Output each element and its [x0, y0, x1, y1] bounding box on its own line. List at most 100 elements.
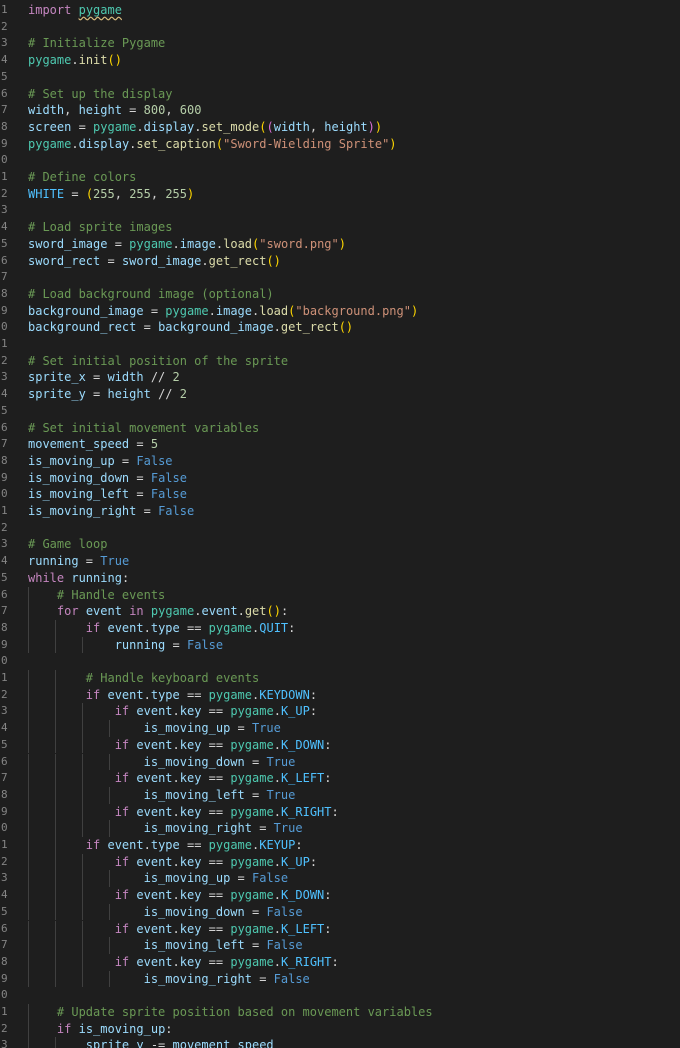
code-line[interactable]: 5 [0, 403, 680, 420]
code-line[interactable]: 4 running = True [0, 553, 680, 570]
code-token: K_DOWN [280, 737, 325, 752]
code-token: () [266, 253, 281, 268]
code-line[interactable]: 6 is_moving_down = True [0, 753, 680, 771]
code-token: : [165, 1021, 173, 1036]
code-token: KEYDOWN [259, 687, 310, 702]
code-line[interactable]: 1 # Update sprite position based on move… [0, 1004, 680, 1021]
code-line[interactable]: 9 if event.key == pygame.K_RIGHT: [0, 803, 680, 821]
code-line[interactable]: 2 [0, 19, 680, 36]
code-line[interactable]: 1 if event.type == pygame.KEYUP: [0, 837, 680, 854]
code-line[interactable]: 8 if event.type == pygame.QUIT: [0, 619, 680, 637]
code-line[interactable]: 5 [0, 69, 680, 86]
code-line[interactable]: 2 [0, 520, 680, 537]
code-token: # Initialize Pygame [28, 36, 166, 51]
code-line[interactable]: 5 sword_image = pygame.image.load("sword.… [0, 236, 680, 253]
code-token: 2 [172, 370, 180, 385]
code-token: running [28, 554, 79, 569]
code-line[interactable]: 0 [0, 152, 680, 169]
code-line[interactable]: 3 is_moving_up = False [0, 870, 680, 888]
line-number: 9 [1, 971, 8, 985]
code-token: , [114, 186, 130, 201]
code-line[interactable]: 4 # Load sprite images [0, 219, 680, 236]
code-line[interactable]: 3 # Game loop [0, 536, 680, 553]
code-token: = [244, 938, 267, 953]
code-line[interactable]: 9 is_moving_down = False [0, 470, 680, 487]
code-line[interactable]: 0 [0, 653, 680, 670]
code-token: image [179, 236, 216, 251]
code-token: # Set initial movement variables [28, 420, 260, 435]
code-line[interactable]: 7 if event.key == pygame.K_LEFT: [0, 770, 680, 787]
code-line[interactable]: 2 if event.type == pygame.KEYDOWN: [0, 686, 680, 704]
code-line[interactable]: 0 is_moving_right = True [0, 820, 680, 837]
code-line[interactable]: 0 is_moving_left = False [0, 486, 680, 503]
line-number: 8 [1, 453, 8, 467]
code-line[interactable]: 3 sprite_y -= movement_speed [0, 1037, 680, 1048]
code-line[interactable]: 4 if event.key == pygame.K_DOWN: [0, 887, 680, 904]
code-line[interactable]: 7 movement_speed = 5 [0, 436, 680, 453]
code-line[interactable]: 1 import pygame [0, 2, 680, 19]
code-token: event [107, 838, 144, 852]
code-text: is_moving_left = True [28, 787, 296, 804]
code-line[interactable]: 8 is_moving_up = False [0, 453, 680, 470]
code-line[interactable]: 8 if event.key == pygame.K_RIGHT: [0, 953, 680, 971]
code-token: # Set up the display [28, 86, 173, 101]
code-line[interactable]: 3 if event.key == pygame.K_UP: [0, 703, 680, 721]
code-line[interactable]: 0 [0, 987, 680, 1004]
code-line[interactable]: 1 # Define colors [0, 169, 680, 186]
code-line[interactable]: 2 # Set initial position of the sprite [0, 353, 680, 370]
code-line[interactable]: 6 # Handle events [0, 586, 680, 604]
code-token: K_LEFT [280, 921, 325, 936]
code-line[interactable]: 8 screen = pygame.display.set_mode((width… [0, 119, 680, 136]
code-line[interactable]: 7 is_moving_left = False [0, 937, 680, 954]
code-text: sword_image = pygame.image.load("sword.p… [28, 236, 346, 253]
code-token: is_moving_right [28, 504, 137, 518]
code-line[interactable]: 4 sprite_y = height // 2 [0, 386, 680, 403]
code-line[interactable]: 2 if event.key == pygame.K_UP: [0, 853, 680, 871]
code-token: pygame [230, 888, 274, 903]
code-editor[interactable]: 1 import pygame 2 3 # Initialize Pygame 4 pyga… [0, 0, 680, 1048]
code-line[interactable]: 4 pygame.init() [0, 52, 680, 69]
code-token: pygame [230, 771, 274, 786]
code-line[interactable]: 6 # Set up the display [0, 86, 680, 103]
code-token: running [71, 570, 122, 585]
code-line[interactable]: 3 sprite_x = width // 2 [0, 369, 680, 386]
code-line[interactable]: 6 # Set initial movement variables [0, 420, 680, 437]
code-line[interactable]: 6 if event.key == pygame.K_LEFT: [0, 920, 680, 938]
code-line[interactable]: 5 if event.key == pygame.K_DOWN: [0, 736, 680, 754]
code-line[interactable]: 3 [0, 202, 680, 219]
line-number: 3 [1, 370, 8, 384]
code-text: sprite_y = height // 2 [28, 386, 187, 403]
code-line[interactable]: 7 [0, 269, 680, 286]
code-line[interactable]: 7 width, height = 800, 600 [0, 102, 680, 119]
code-line[interactable]: 1 [0, 336, 680, 353]
code-line[interactable]: 9 pygame.display.set_caption("Sword-Wield… [0, 136, 680, 153]
code-token: K_RIGHT [280, 804, 332, 819]
code-line[interactable]: 3 # Initialize Pygame [0, 35, 680, 52]
code-token: pygame [230, 854, 274, 869]
code-token: sprite_y [85, 1038, 144, 1048]
code-line[interactable]: 8 # Load background image (optional) [0, 286, 680, 303]
code-line[interactable]: 7 for event in pygame.event.get(): [0, 603, 680, 620]
line-number: 2 [1, 186, 8, 200]
code-token: 800 [143, 103, 166, 118]
code-line[interactable]: 5 while running: [0, 570, 680, 587]
code-line[interactable]: 1 is_moving_right = False [0, 503, 680, 520]
code-line[interactable]: 4 is_moving_up = True [0, 720, 680, 737]
code-line[interactable]: 2 if is_moving_up: [0, 1020, 680, 1038]
code-line[interactable]: 6 sword_rect = sword_image.get_rect() [0, 253, 680, 270]
code-line[interactable]: 9 is_moving_right = False [0, 970, 680, 988]
code-line[interactable]: 2 WHITE = (255, 255, 255) [0, 186, 680, 203]
line-number: 8 [1, 286, 8, 300]
code-line[interactable]: 9 running = False [0, 636, 680, 654]
code-line[interactable]: 0 background_rect = background_image.get_… [0, 319, 680, 336]
code-line[interactable]: 8 is_moving_left = True [0, 786, 680, 804]
code-line[interactable]: 9 background_image = pygame.image.load("b… [0, 303, 680, 320]
code-line[interactable]: 1 # Handle keyboard events [0, 670, 680, 687]
code-line[interactable]: 5 is_moving_down = False [0, 903, 680, 921]
code-token: is_moving_up [143, 721, 231, 736]
code-text: width, height = 800, 600 [28, 102, 201, 119]
